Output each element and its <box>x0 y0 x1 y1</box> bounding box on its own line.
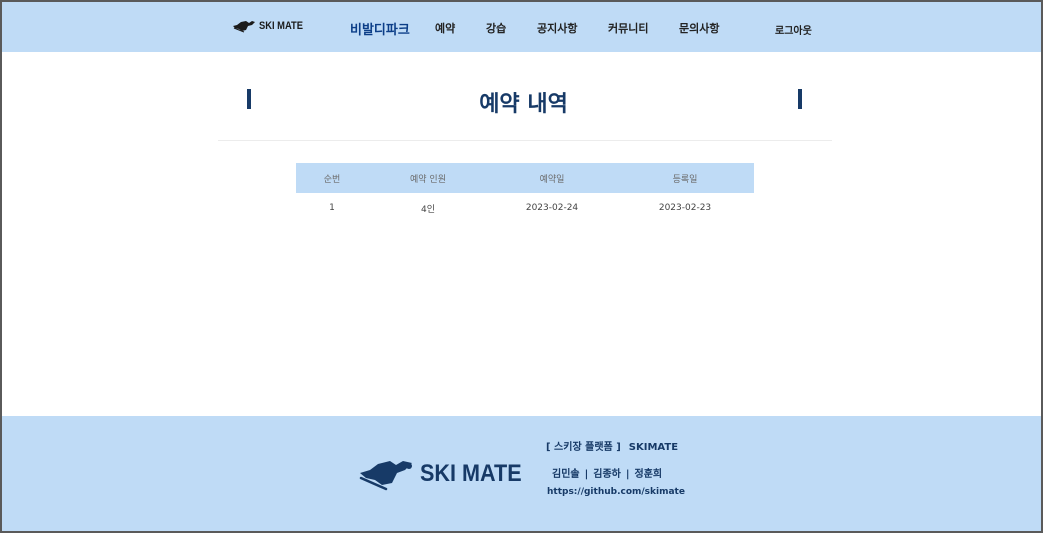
footer-info: [ 스키장 플랫폼 ] SKIMATE 김민솔 | 김종하 | 정훈희 https://g… <box>546 438 685 497</box>
app-window: SKI MATE 비발디파크 예약 강습 공지사항 커뮤니티 문의사항 로그아웃… <box>0 0 1043 533</box>
footer-logo-text: SKI MATE <box>420 460 522 487</box>
table-row[interactable]: 1 4인 2023-02-24 2023-02-23 <box>296 193 754 223</box>
nav-item-community[interactable]: 커뮤니티 <box>608 20 648 36</box>
snowboarder-icon <box>233 21 255 33</box>
section-divider <box>218 140 832 141</box>
logout-button[interactable]: 로그아웃 <box>775 22 812 37</box>
footer-member: 정훈희 <box>634 469 663 480</box>
nav-item-reservation[interactable]: 예약 <box>435 20 455 36</box>
footer-separator: | <box>584 469 589 480</box>
table-header-row: 순번 예약 인원 예약일 등록일 <box>296 163 754 193</box>
page-title: 예약 내역 <box>479 92 568 117</box>
github-link[interactable]: https://github.com/skimate <box>547 487 685 497</box>
reservation-table: 순번 예약 인원 예약일 등록일 1 4인 2023-02-24 2023-02… <box>296 163 754 223</box>
footer-members: 김민솔 | 김종하 | 정훈희 <box>552 465 662 480</box>
column-header-reservation-date: 예약일 <box>539 174 565 185</box>
top-navbar: SKI MATE 비발디파크 예약 강습 공지사항 커뮤니티 문의사항 로그아웃 <box>2 2 1041 52</box>
cell-reservation-date: 2023-02-24 <box>525 203 579 213</box>
nav-brand-vivaldi[interactable]: 비발디파크 <box>350 19 410 38</box>
header-logo-text: SKI MATE <box>259 20 303 32</box>
cell-party-size: 4인 <box>420 204 435 215</box>
nav-item-lessons[interactable]: 강습 <box>486 20 506 36</box>
cell-registration-date: 2023-02-23 <box>658 203 712 213</box>
footer-platform: [ 스키장 플랫폼 ] SKIMATE <box>546 438 678 453</box>
column-header-party-size: 예약 인원 <box>410 174 446 185</box>
footer-platform-brand: SKIMATE <box>628 442 679 453</box>
footer-member: 김종하 <box>593 469 621 480</box>
footer-member: 김민솔 <box>552 469 580 480</box>
column-header-number: 순번 <box>323 174 341 185</box>
column-header-registration-date: 등록일 <box>672 174 698 185</box>
nav-item-notices[interactable]: 공지사항 <box>537 20 577 36</box>
title-accent-right <box>798 89 802 109</box>
footer-separator: | <box>625 469 630 480</box>
snowboarder-icon <box>359 461 412 491</box>
cell-number: 1 <box>329 203 335 213</box>
footer-logo: SKI MATE <box>358 457 533 491</box>
header-logo[interactable]: SKI MATE <box>232 19 311 33</box>
nav-item-inquiries[interactable]: 문의사항 <box>679 20 719 36</box>
footer-platform-label: [ 스키장 플랫폼 ] <box>546 442 621 453</box>
